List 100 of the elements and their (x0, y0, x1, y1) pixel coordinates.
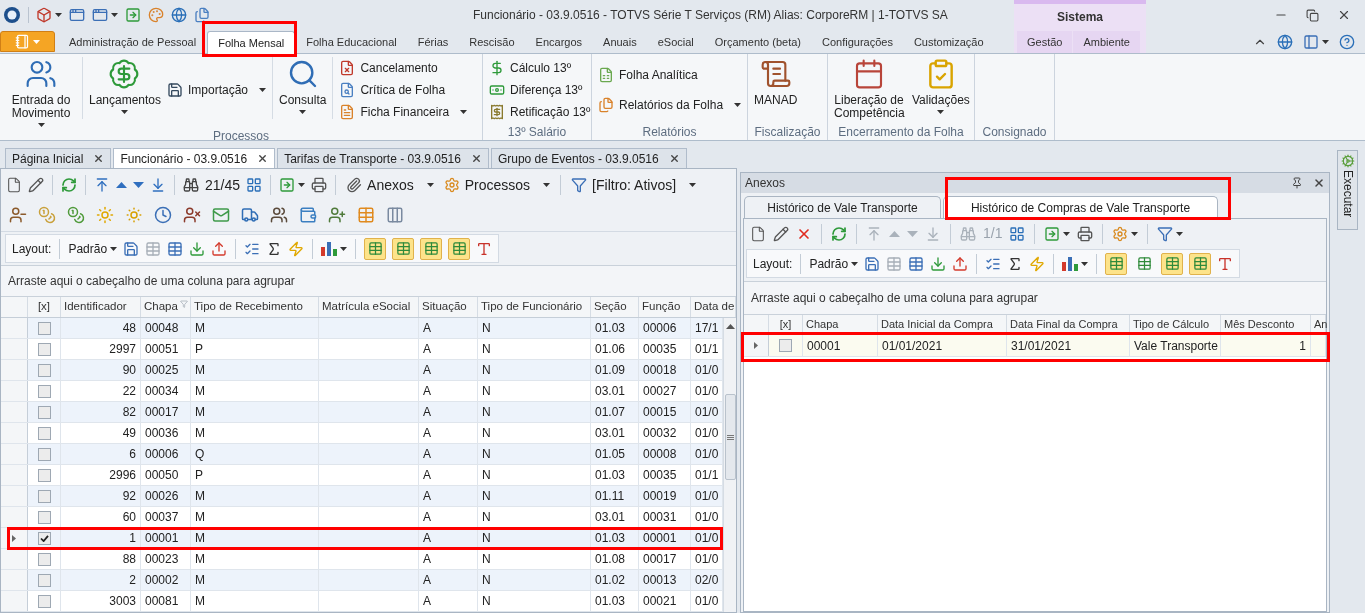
scroll-icon[interactable] (759, 58, 792, 90)
window-icon[interactable] (92, 7, 108, 23)
close-icon[interactable] (93, 153, 105, 164)
ribbon-button[interactable]: Entrada do Movimento (3, 57, 79, 127)
ribbon-tab[interactable]: Ambiente (1073, 31, 1140, 53)
bar-chart-icon[interactable] (1062, 256, 1079, 271)
text-format-icon[interactable] (1217, 255, 1234, 272)
close-icon[interactable] (1337, 8, 1351, 22)
ribbon-tab[interactable]: Anuais (593, 31, 647, 53)
column-header[interactable]: Chapa (806, 316, 839, 333)
caret-icon[interactable] (37, 123, 45, 127)
table-row[interactable]: 6 00006 Q A N 01.05 00008 01/0 (1, 444, 723, 465)
ribbon-button[interactable]: Folha Analítica (595, 64, 745, 87)
document-tab[interactable]: Página Inicial (5, 148, 112, 168)
caret-icon[interactable] (111, 13, 118, 17)
checkbox[interactable] (37, 468, 51, 482)
ribbon-button[interactable]: MANAD (751, 57, 801, 107)
ribbon-button[interactable]: Crítica de Folha (336, 79, 471, 101)
caret-icon[interactable] (1176, 231, 1184, 236)
caret-icon[interactable] (259, 88, 267, 92)
people-icon[interactable] (270, 206, 288, 224)
caret-icon[interactable] (340, 246, 348, 251)
pencil-icon[interactable] (773, 225, 789, 242)
table-row[interactable]: 2 00002 M A N 01.02 00013 02/0 (1, 570, 723, 591)
caret-icon[interactable] (120, 110, 128, 114)
paperclip-icon[interactable] (346, 177, 363, 193)
caret-icon[interactable] (460, 110, 468, 114)
caret-icon[interactable] (689, 183, 697, 187)
spreadsheet-icon[interactable] (598, 67, 614, 84)
checkbox[interactable] (37, 573, 51, 587)
column-header[interactable]: Identificador (64, 298, 127, 316)
checkbox[interactable] (37, 594, 51, 608)
caret-icon[interactable] (1322, 39, 1329, 44)
close-icon[interactable] (470, 153, 482, 164)
table-icon[interactable] (908, 255, 925, 272)
column-header[interactable]: Tipo de Cálculo (1133, 316, 1210, 333)
scrollbar-thumb[interactable] (724, 394, 736, 480)
globe-icon[interactable] (171, 7, 187, 23)
close-icon[interactable] (257, 153, 269, 164)
arrow-to-top-icon[interactable] (94, 177, 110, 193)
column-header[interactable]: Matrícula eSocial (322, 298, 411, 316)
column-header[interactable]: Data de (694, 298, 735, 316)
document-icon[interactable] (6, 177, 22, 193)
ribbon-button[interactable]: Lançamentos (86, 57, 162, 114)
ribbon-button[interactable]: Diferença 13º (486, 79, 594, 101)
columns-icon[interactable] (386, 206, 404, 224)
column-header[interactable]: Mês Desconto (1224, 316, 1295, 333)
upload-icon[interactable] (211, 240, 228, 257)
table-row[interactable]: 48 00048 M A N 01.03 00006 17/1 (1, 318, 723, 339)
document-icon[interactable] (750, 225, 766, 242)
checkbox[interactable] (37, 321, 51, 335)
scrollbar[interactable] (723, 318, 736, 612)
side-tab[interactable]: Executar (1337, 150, 1358, 230)
dollar-icon[interactable] (489, 60, 505, 76)
user-minus-icon[interactable] (9, 206, 27, 224)
globe-icon[interactable] (1277, 33, 1293, 50)
ribbon-tab[interactable]: Férias (407, 31, 459, 53)
file-text-icon[interactable] (339, 104, 356, 120)
banknote-icon[interactable] (489, 82, 505, 98)
dollar-badge-icon[interactable] (108, 58, 140, 90)
menu-button[interactable]: Processos (441, 174, 553, 196)
up-arrow-icon[interactable] (725, 324, 735, 329)
caret-icon[interactable] (543, 183, 551, 187)
arrow-to-bottom-icon[interactable] (150, 177, 166, 193)
column-header[interactable]: Função (642, 298, 681, 316)
ribbon-button[interactable]: Validações (909, 57, 973, 114)
ribbon-tab[interactable]: Gestão (1017, 31, 1073, 53)
cube-icon[interactable] (36, 7, 52, 23)
ribbon-button[interactable]: Ficha Financeira (336, 101, 471, 123)
panel-tab[interactable]: Histórico de Compras de Vale Transporte (943, 196, 1218, 218)
ribbon-button[interactable]: Consulta (276, 57, 330, 114)
caret-icon[interactable] (110, 246, 118, 251)
filter-icon[interactable] (571, 177, 588, 193)
ribbon-button[interactable]: Cancelamento (336, 57, 471, 79)
document-tab[interactable]: Grupo de Eventos - 03.9.0516 (490, 148, 687, 168)
clock-icon[interactable] (154, 206, 172, 224)
ribbon-tab[interactable]: Folha Educacional (296, 31, 407, 53)
column-header[interactable]: [x] (779, 316, 792, 333)
table-row[interactable]: 22 00034 M A N 03.01 00027 01/0 (1, 381, 723, 402)
column-header[interactable]: Tipo de Recebimento (194, 298, 303, 316)
close-icon[interactable] (1313, 177, 1325, 189)
layout-icon[interactable] (1303, 33, 1319, 50)
checkbox[interactable] (37, 405, 51, 419)
column-header[interactable]: An (1314, 316, 1328, 333)
document-tab[interactable]: Funcionário - 03.9.0516 (113, 148, 276, 168)
menu-button[interactable]: Anexos (344, 174, 436, 196)
calendar-icon[interactable] (853, 58, 885, 90)
checkbox[interactable] (779, 339, 792, 352)
ribbon-button[interactable]: Importação (164, 79, 270, 101)
ribbon-tab[interactable]: Rescisão (459, 31, 525, 53)
palette-icon[interactable] (148, 7, 164, 23)
download-icon[interactable] (189, 240, 206, 257)
column-header[interactable]: Tipo de Funcionário (481, 298, 583, 316)
column-header[interactable]: [x] (37, 298, 51, 316)
checkbox[interactable] (37, 489, 51, 503)
help-icon[interactable] (1339, 33, 1355, 50)
grid-icon[interactable] (246, 177, 263, 193)
panel-tab[interactable]: Histórico de Vale Transporte (744, 196, 941, 218)
checkbox[interactable] (37, 426, 51, 440)
table-icon[interactable] (167, 240, 184, 257)
